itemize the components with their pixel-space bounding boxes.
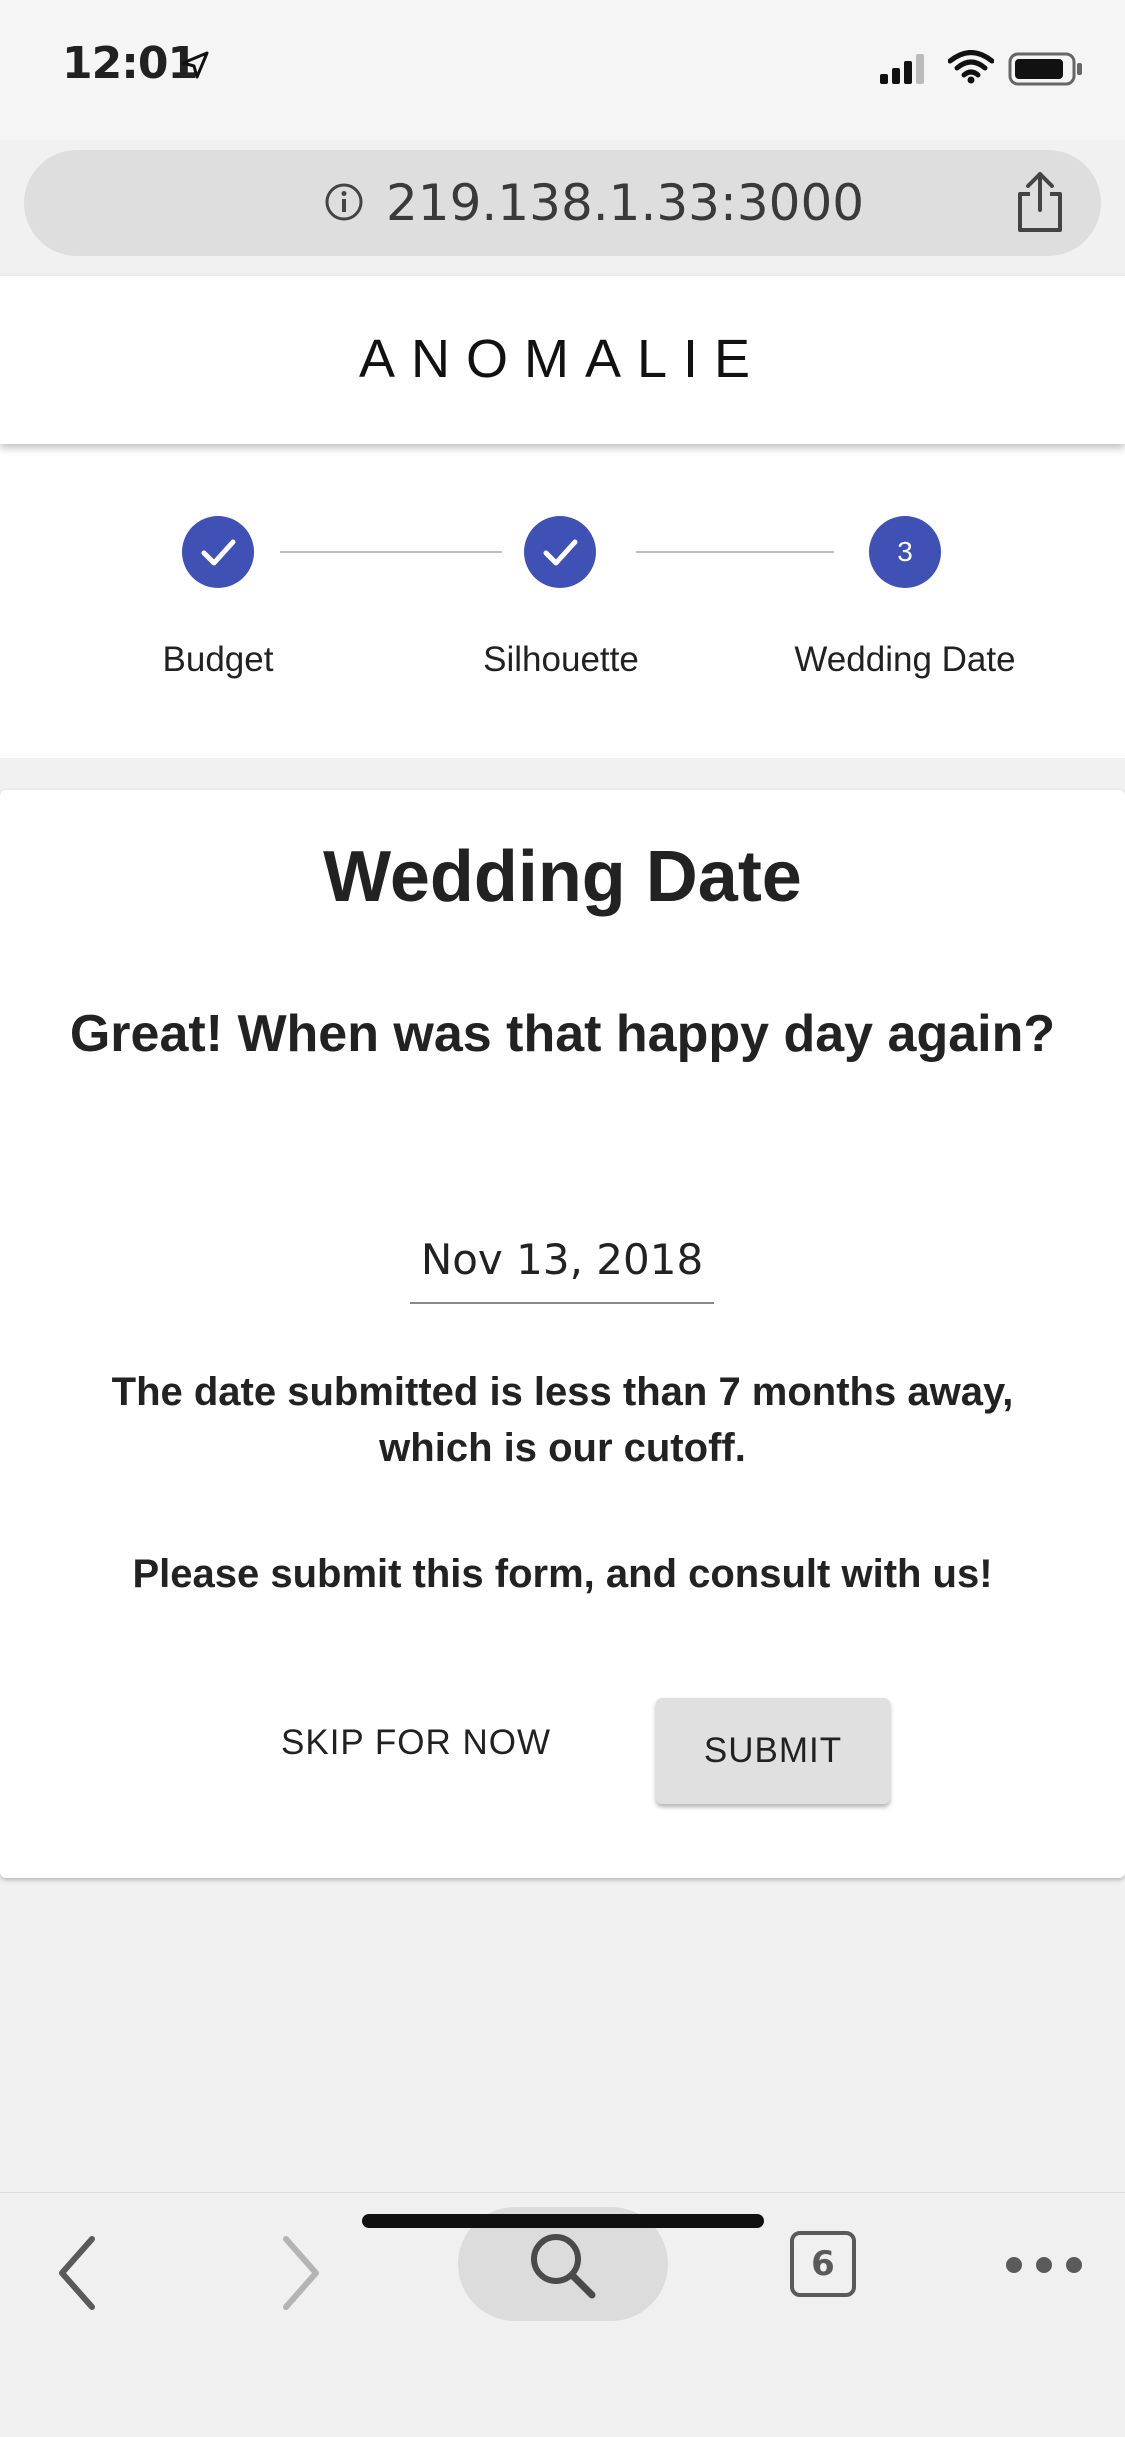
step-number: 3 [897,536,913,567]
submit-button[interactable]: SUBMIT [656,1698,890,1804]
search-icon [531,2234,596,2299]
more-icon[interactable] [1004,2255,1084,2275]
step-budget-check[interactable] [182,516,254,588]
brand-logo[interactable]: ANOMALIE [0,328,1125,390]
share-icon[interactable] [1012,170,1068,234]
step-connector [280,551,502,553]
status-bar: 12:01 [0,0,1125,140]
wedding-date-input[interactable]: Nov 13, 2018 [410,1230,714,1304]
forward-icon[interactable] [276,2233,326,2313]
battery-icon [1008,52,1082,86]
cutoff-warning: The date submitted is less than 7 months… [111,1370,1014,1470]
tab-count: 6 [811,2244,835,2284]
step-label-budget: Budget [162,640,274,679]
app-header: ANOMALIE [0,276,1125,444]
url-text[interactable]: 219.138.1.33:3000 [386,174,864,232]
stepper: 3 Budget Silhouette Wedding Date [0,444,1125,758]
step-silhouette-check[interactable] [524,516,596,588]
wifi-icon [948,50,994,84]
browser-toolbar: 6 [0,2192,1125,2437]
checkmark-icon [543,539,578,566]
step-label-wedding-date: Wedding Date [794,640,1016,679]
status-time: 12:01 [62,38,198,89]
step-connector [636,551,834,553]
card-title: Wedding Date [323,837,802,917]
card-question: Great! When was that happy day again? [69,1005,1056,1063]
location-arrow-icon [181,51,209,79]
checkmark-icon [201,539,236,566]
step-label-silhouette: Silhouette [483,640,639,679]
step-wedding-date-active[interactable]: 3 [869,516,941,588]
cellular-signal-icon [880,54,924,84]
info-icon[interactable] [324,182,364,222]
home-indicator[interactable] [362,2214,764,2228]
back-icon[interactable] [52,2233,102,2313]
consult-message: Please submit this form, and consult wit… [132,1552,993,1596]
address-bar[interactable]: 219.138.1.33:3000 [24,150,1101,256]
tabs-icon[interactable]: 6 [790,2231,856,2297]
wedding-date-card: Wedding Date Great! When was that happy … [0,790,1125,1878]
skip-for-now-button[interactable]: SKIP FOR NOW [256,1698,576,1788]
